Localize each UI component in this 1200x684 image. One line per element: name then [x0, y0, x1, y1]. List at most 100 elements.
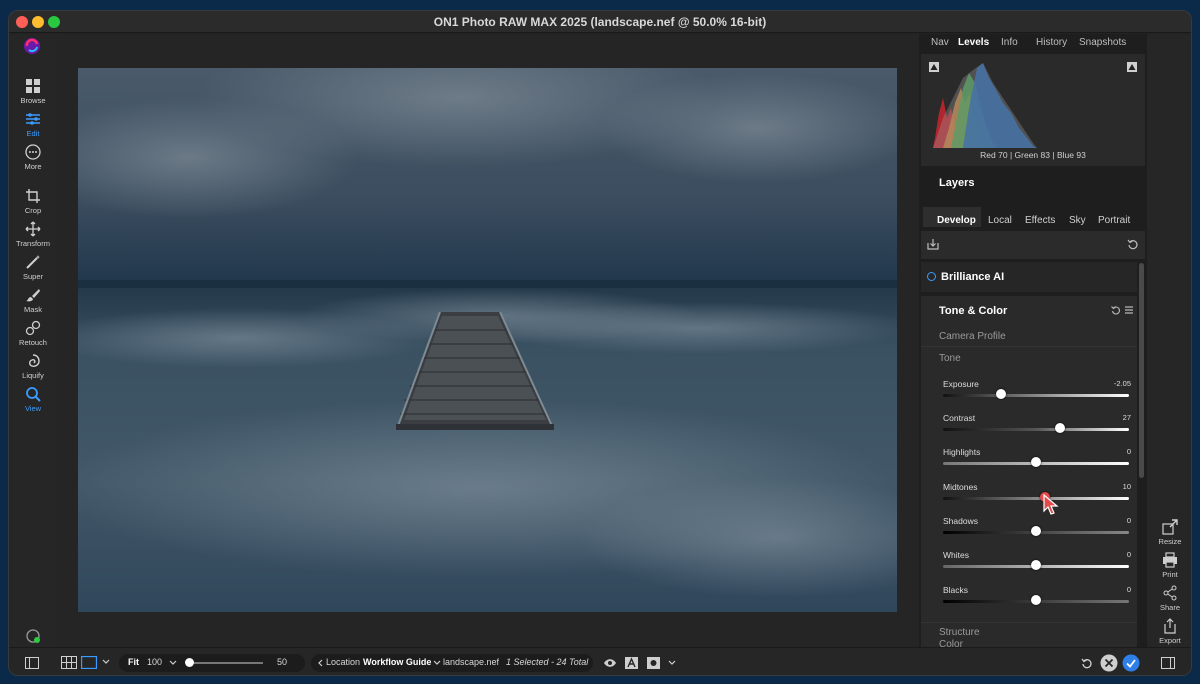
slider-value[interactable]: 0 [1127, 550, 1131, 559]
info-tabs: Nav Levels Info History Snapshots [919, 34, 1147, 52]
slider-value[interactable]: 0 [1127, 447, 1131, 456]
tool-transform[interactable]: Transform [9, 221, 57, 248]
chevron-down-icon[interactable] [668, 660, 676, 666]
save-preset-icon[interactable] [927, 238, 939, 250]
slider-label: Highlights [943, 447, 981, 457]
size-value[interactable]: 50 [277, 657, 287, 667]
undo-icon[interactable] [1081, 657, 1093, 669]
mouse-cursor-icon [1043, 494, 1059, 515]
tool-label: Resize [1158, 537, 1182, 546]
brilliance-ai-row[interactable]: Brilliance AI [921, 262, 1137, 292]
structure-section[interactable]: Structure [939, 627, 980, 638]
slider-shadows[interactable]: Shadows 0 [943, 516, 1131, 546]
chevron-down-icon[interactable] [169, 660, 177, 666]
size-slider-track[interactable] [187, 662, 263, 664]
tab-history[interactable]: History [1036, 37, 1067, 48]
tool-export[interactable]: Export [1147, 618, 1191, 645]
slider-value[interactable]: 0 [1127, 585, 1131, 594]
slider-label: Blacks [943, 585, 969, 595]
eye-icon[interactable] [603, 658, 617, 668]
panel-scrollbar[interactable] [1139, 263, 1144, 478]
chevron-left-icon[interactable] [317, 659, 323, 667]
slider-track[interactable] [943, 428, 1129, 431]
title-bar: ON1 Photo RAW MAX 2025 (landscape.nef @ … [9, 11, 1191, 33]
camera-profile-section[interactable]: Camera Profile [939, 331, 1006, 342]
liquify-icon [29, 354, 40, 367]
layers-header[interactable]: Layers [939, 177, 974, 189]
tool-crop[interactable]: Crop [9, 188, 57, 215]
toggle-right-panel-icon[interactable] [1161, 657, 1175, 669]
slider-track[interactable] [943, 497, 1129, 500]
slider-blacks[interactable]: Blacks 0 [943, 585, 1131, 615]
tool-resize[interactable]: Resize [1147, 519, 1191, 546]
highlight-clip-warning-icon[interactable] [1127, 62, 1137, 72]
slider-highlights[interactable]: Highlights 0 [943, 447, 1131, 477]
apply-icon[interactable] [1122, 654, 1140, 672]
tab-portrait[interactable]: Portrait [1098, 215, 1130, 226]
mask-overlay-icon[interactable] [647, 657, 660, 669]
color-section[interactable]: Color [939, 639, 963, 647]
tab-develop[interactable]: Develop [937, 215, 976, 226]
brilliance-toggle-icon[interactable] [927, 272, 936, 281]
selection-count: 1 Selected - 24 Total [506, 657, 589, 667]
tool-label: Super [22, 272, 43, 281]
zoom-value[interactable]: 100 [147, 657, 162, 667]
tool-retouch[interactable]: Retouch [9, 320, 57, 347]
tab-nav[interactable]: Nav [931, 37, 949, 48]
slider-contrast[interactable]: Contrast 27 [943, 413, 1131, 443]
tone-section[interactable]: Tone [939, 353, 961, 364]
slider-value[interactable]: 27 [1123, 413, 1131, 422]
slider-knob[interactable] [1031, 595, 1041, 605]
slider-knob[interactable] [1031, 526, 1041, 536]
tool-print[interactable]: Print [1147, 552, 1191, 579]
tab-local[interactable]: Local [988, 215, 1012, 226]
workflow-guide[interactable]: Workflow Guide [363, 657, 431, 667]
tool-share[interactable]: Share [1147, 585, 1191, 612]
sync-status-icon[interactable] [25, 628, 41, 644]
image-canvas[interactable] [57, 34, 919, 647]
slider-value[interactable]: 0 [1127, 516, 1131, 525]
tab-info[interactable]: Info [1001, 37, 1018, 48]
tab-levels[interactable]: Levels [958, 37, 989, 48]
tool-mask[interactable]: Mask [9, 287, 57, 314]
panel-menu-icon[interactable] [1124, 305, 1134, 315]
toggle-left-panel-icon[interactable] [25, 657, 39, 669]
slider-label: Contrast [943, 413, 976, 423]
print-icon [1163, 552, 1177, 568]
slider-midtones[interactable]: Midtones 10 [943, 482, 1131, 515]
slider-whites[interactable]: Whites 0 [943, 550, 1131, 580]
chevron-down-icon[interactable] [102, 659, 110, 665]
tab-effects[interactable]: Effects [1025, 215, 1055, 226]
slider-track[interactable] [943, 394, 1129, 397]
slider-knob[interactable] [1031, 560, 1041, 570]
compare-icon[interactable] [625, 657, 638, 669]
slider-value[interactable]: -2.05 [1114, 379, 1131, 388]
photo-preview[interactable] [78, 68, 897, 612]
slider-knob[interactable] [995, 389, 1006, 399]
tone-color-title[interactable]: Tone & Color [939, 305, 1007, 317]
panel-reset-icon[interactable] [1111, 305, 1121, 315]
reset-icon[interactable] [1127, 238, 1139, 250]
fit-button[interactable]: Fit [128, 657, 139, 667]
tool-edit[interactable]: Edit [9, 111, 57, 138]
tab-sky[interactable]: Sky [1069, 215, 1086, 226]
cancel-icon[interactable] [1100, 654, 1118, 672]
grid-view-icon[interactable] [61, 656, 77, 669]
tool-view[interactable]: View [9, 386, 57, 413]
chevron-down-icon[interactable] [433, 660, 441, 666]
slider-value[interactable]: 10 [1123, 482, 1131, 491]
slider-knob[interactable] [1055, 423, 1066, 433]
slider-knob[interactable] [1031, 457, 1041, 467]
tool-browse[interactable]: Browse [9, 78, 57, 105]
landscape-photo [78, 68, 897, 612]
tool-more[interactable]: More [9, 144, 57, 171]
slider-exposure[interactable]: Exposure -2.05 [943, 379, 1131, 409]
location-label[interactable]: Location [326, 657, 360, 667]
tool-liquify[interactable]: Liquify [9, 353, 57, 380]
tool-super[interactable]: Super [9, 254, 57, 281]
single-view-icon[interactable] [81, 656, 97, 669]
tab-snapshots[interactable]: Snapshots [1079, 37, 1126, 48]
tool-label: Browse [20, 96, 46, 105]
size-slider-knob[interactable] [184, 658, 194, 667]
divider [921, 622, 1137, 623]
